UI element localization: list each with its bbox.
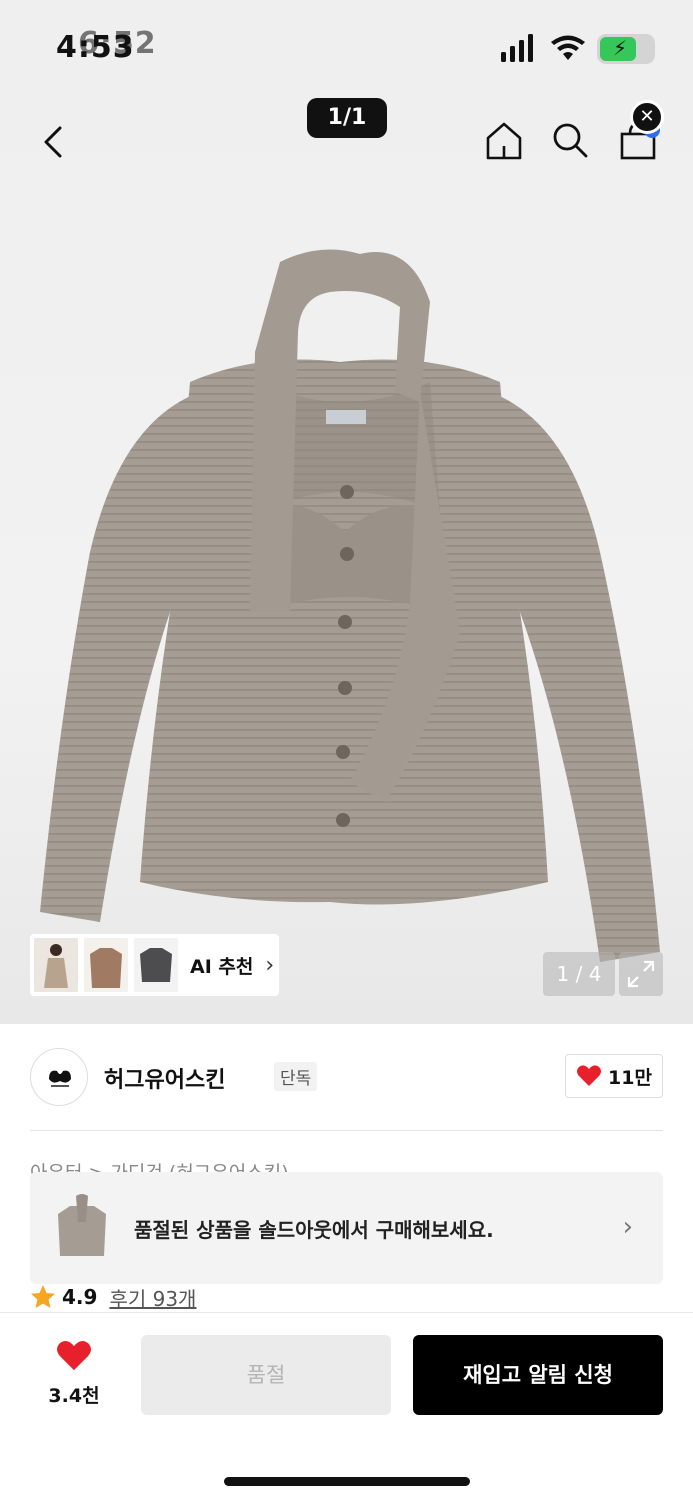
home-indicator[interactable] bbox=[224, 1477, 470, 1486]
rating-row: 4.9 후기 93개 bbox=[30, 1282, 196, 1312]
chevron-right-icon: › bbox=[622, 1212, 633, 1242]
brand-like-button[interactable]: 11만 bbox=[565, 1054, 663, 1098]
brand-logo[interactable] bbox=[30, 1048, 88, 1106]
soldout-product-thumb bbox=[52, 1192, 112, 1262]
product-image[interactable] bbox=[0, 92, 693, 1024]
recommend-thumb-2 bbox=[84, 938, 128, 992]
brand-like-count: 11만 bbox=[608, 1066, 652, 1089]
soldout-banner[interactable]: 품절된 상품을 솔드아웃에서 구매해보세요. › bbox=[30, 1172, 663, 1284]
battery-icon: ⚡ bbox=[597, 34, 655, 64]
restock-alert-button[interactable]: 재입고 알림 신청 bbox=[413, 1335, 663, 1415]
status-icons: ⚡ bbox=[499, 34, 655, 64]
status-time-ghost: 6:52 bbox=[78, 26, 157, 61]
chevron-right-icon: › bbox=[265, 952, 275, 978]
expand-icon[interactable] bbox=[619, 952, 663, 996]
heart-icon bbox=[577, 1065, 602, 1086]
cardigan-illustration bbox=[40, 249, 660, 962]
signal-icon bbox=[501, 34, 533, 62]
search-icon[interactable] bbox=[550, 118, 590, 162]
home-icon[interactable] bbox=[484, 118, 524, 162]
gallery-page-indicator: 1 / 4 bbox=[543, 952, 615, 996]
wifi-icon bbox=[551, 35, 585, 60]
ai-recommend-label: AI 추천 bbox=[190, 955, 254, 978]
recommend-thumb-1 bbox=[34, 938, 78, 992]
wishlist-count: 3.4천 bbox=[48, 1385, 100, 1407]
top-nav: 1/1 ✕ bbox=[0, 92, 693, 192]
brand-name[interactable]: 허그유어스킨 bbox=[104, 1062, 225, 1094]
brand-row: 허그유어스킨 단독 11만 bbox=[30, 1040, 663, 1110]
recommend-thumb-3 bbox=[134, 938, 178, 992]
ai-recommend-chip[interactable]: AI 추천 › bbox=[30, 934, 279, 996]
rating-value: 4.9 bbox=[62, 1285, 98, 1309]
bottom-action-bar: 3.4천 품절 재입고 알림 신청 bbox=[0, 1312, 693, 1500]
star-icon bbox=[31, 1285, 55, 1308]
soldout-banner-text: 품절된 상품을 솔드아웃에서 구매해보세요. bbox=[134, 1218, 494, 1242]
close-icon[interactable]: ✕ bbox=[630, 100, 664, 134]
wishlist-button[interactable]: 3.4천 bbox=[38, 1339, 110, 1408]
soldout-button: 품절 bbox=[141, 1335, 391, 1415]
status-time: 4:53 6:52 bbox=[56, 26, 157, 65]
heart-icon bbox=[57, 1340, 91, 1371]
image-counter-badge: 1/1 bbox=[307, 98, 387, 138]
exclusive-badge: 단독 bbox=[274, 1062, 318, 1091]
divider bbox=[30, 1130, 663, 1131]
status-bar: 4:53 6:52 ⚡ bbox=[0, 0, 693, 92]
review-count-link[interactable]: 후기 93개 bbox=[109, 1283, 196, 1312]
back-icon[interactable] bbox=[34, 120, 74, 164]
